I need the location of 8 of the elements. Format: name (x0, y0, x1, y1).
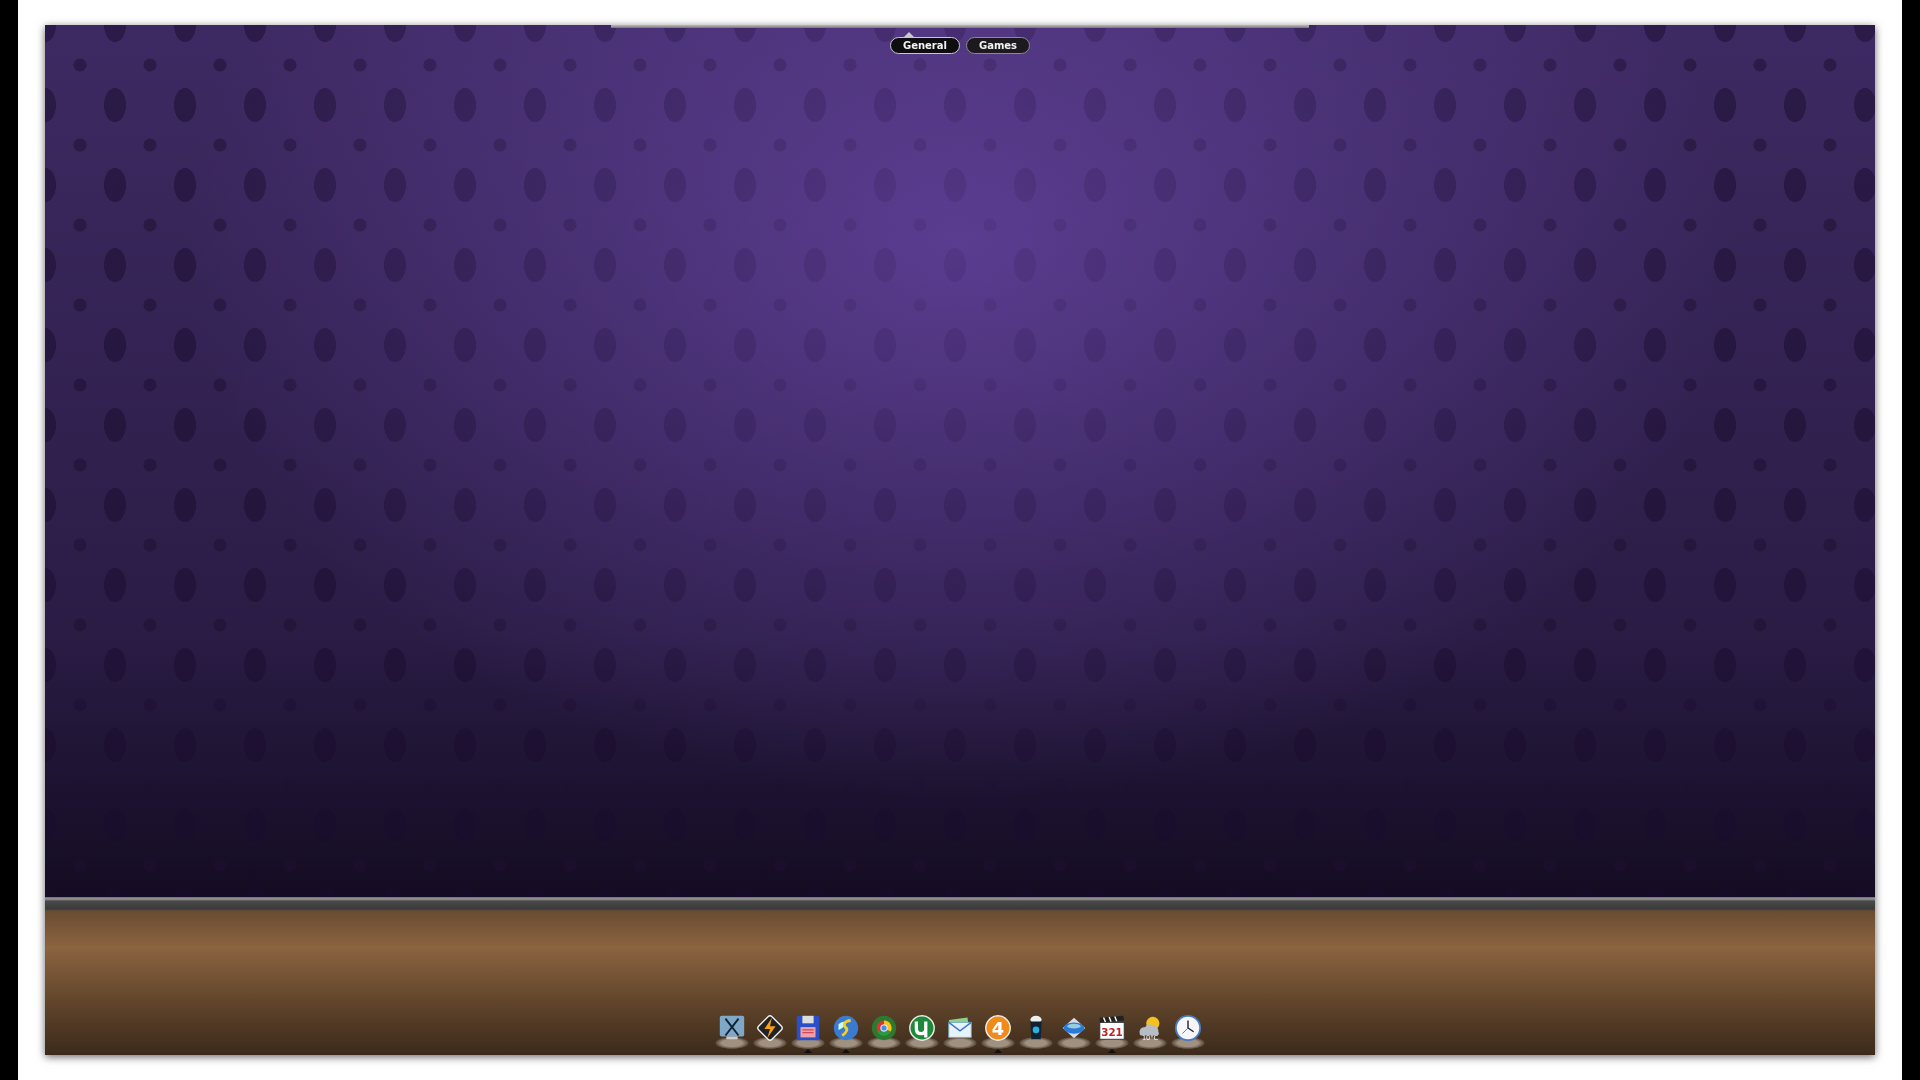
browser-icon (869, 1013, 899, 1043)
dock-icon-button[interactable]: 321 (1095, 1013, 1129, 1049)
number-icon: 4 (983, 1013, 1013, 1043)
clock-icon (1173, 1013, 1203, 1043)
space-tab[interactable]: Games (965, 37, 1031, 54)
pointer-icon (903, 32, 914, 37)
space-tab[interactable]: General (889, 37, 960, 54)
globe-icon (831, 1013, 861, 1043)
